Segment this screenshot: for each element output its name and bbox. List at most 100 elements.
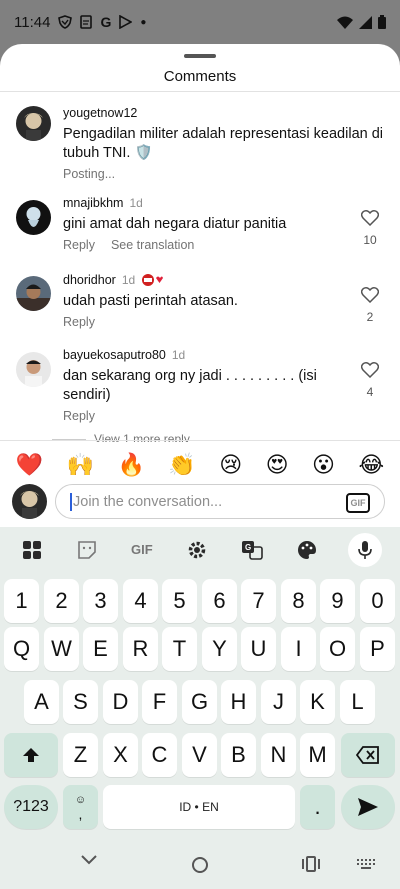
reaction-laughing[interactable]: 😂 [358, 452, 384, 478]
send-key[interactable] [341, 785, 395, 829]
key-f[interactable]: F [142, 680, 177, 724]
sheet-title: Comments [163, 68, 237, 85]
key-s[interactable]: S [63, 680, 98, 724]
key-5[interactable]: 5 [162, 579, 197, 623]
gif-button[interactable]: GIF [346, 493, 370, 513]
comment-username[interactable]: yougetnow12 [63, 106, 137, 120]
comment-username[interactable]: bayuekosaputro80 [63, 348, 166, 362]
backspace-key[interactable] [341, 733, 395, 777]
comment-item: yougetnow12 Pengadilan militer adalah re… [0, 106, 400, 186]
key-u[interactable]: U [241, 627, 276, 671]
reaction-surprised[interactable]: 😮 [312, 452, 335, 478]
key-c[interactable]: C [142, 733, 177, 777]
key-7[interactable]: 7 [241, 579, 276, 623]
key-9[interactable]: 9 [320, 579, 355, 623]
notification-dot-icon: ● [140, 16, 147, 28]
key-x[interactable]: X [103, 733, 138, 777]
key-y[interactable]: Y [202, 627, 237, 671]
key-l[interactable]: L [340, 680, 375, 724]
key-h[interactable]: H [221, 680, 256, 724]
my-avatar[interactable] [12, 484, 47, 519]
voice-input-button[interactable] [348, 532, 383, 567]
comment-composer: Join the conversation... GIF [0, 482, 400, 524]
key-e[interactable]: E [83, 627, 118, 671]
emoji-comma-key[interactable]: ☺ , [63, 785, 98, 829]
gif-keyboard-button[interactable]: GIF [128, 536, 156, 564]
text-cursor [70, 492, 72, 511]
drag-handle[interactable] [184, 54, 216, 58]
emoji-smiley-icon: ☺ [74, 794, 87, 806]
keyboard-toolbar: GIF G [0, 527, 400, 572]
play-store-icon [119, 15, 133, 29]
like-button[interactable]: 4 [358, 362, 382, 399]
apps-grid-icon[interactable] [18, 536, 46, 564]
key-i[interactable]: I [281, 627, 316, 671]
key-4[interactable]: 4 [123, 579, 158, 623]
reaction-heart-eyes[interactable]: 😍 [266, 452, 289, 478]
key-o[interactable]: O [320, 627, 355, 671]
comment-item: dhoridhor 1d udah pasti perintah atasan.… [0, 273, 400, 345]
reply-button[interactable]: Reply [63, 409, 95, 423]
key-k[interactable]: K [300, 680, 335, 724]
reaction-heart[interactable]: ❤️ [16, 452, 43, 478]
recents-icon[interactable] [302, 856, 320, 872]
home-circle-icon[interactable] [191, 856, 209, 874]
reaction-crying[interactable]: 😢 [219, 452, 242, 478]
key-3[interactable]: 3 [83, 579, 118, 623]
shift-key[interactable] [4, 733, 58, 777]
key-0[interactable]: 0 [360, 579, 395, 623]
shift-arrow-icon [23, 748, 39, 762]
battery-icon [378, 15, 386, 29]
vpn-shield-icon [58, 15, 73, 29]
key-r[interactable]: R [123, 627, 158, 671]
key-g[interactable]: G [182, 680, 217, 724]
key-b[interactable]: B [221, 733, 256, 777]
see-translation-button[interactable]: See translation [111, 238, 194, 252]
microphone-icon [358, 540, 373, 559]
key-t[interactable]: T [162, 627, 197, 671]
reaction-raised-hands[interactable]: 🙌 [67, 452, 94, 478]
key-p[interactable]: P [360, 627, 395, 671]
key-m[interactable]: M [300, 733, 335, 777]
key-a[interactable]: A [24, 680, 59, 724]
key-d[interactable]: D [103, 680, 138, 724]
key-8[interactable]: 8 [281, 579, 316, 623]
avatar[interactable] [16, 276, 51, 311]
comment-input[interactable]: Join the conversation... GIF [55, 484, 385, 519]
theme-palette-icon[interactable] [293, 536, 321, 564]
translate-icon[interactable]: G [238, 536, 266, 564]
like-button[interactable]: 10 [358, 210, 382, 247]
comment-username[interactable]: mnajibkhm [63, 196, 123, 210]
settings-gear-icon[interactable] [183, 536, 211, 564]
avatar[interactable] [16, 200, 51, 235]
keyboard-switch-icon[interactable] [356, 858, 376, 870]
reply-button[interactable]: Reply [63, 315, 95, 329]
key-1[interactable]: 1 [4, 579, 39, 623]
space-bar[interactable]: ID • EN [103, 785, 295, 829]
file-icon [80, 15, 93, 29]
wifi-icon [337, 16, 353, 29]
comment-input-placeholder: Join the conversation... [73, 493, 223, 510]
key-2[interactable]: 2 [44, 579, 79, 623]
google-icon: G [100, 14, 112, 30]
sticker-icon[interactable] [73, 536, 101, 564]
chevron-down-icon[interactable] [80, 854, 98, 866]
key-q[interactable]: Q [4, 627, 39, 671]
key-j[interactable]: J [261, 680, 296, 724]
reaction-fire[interactable]: 🔥 [117, 452, 144, 478]
reply-button[interactable]: Reply [63, 238, 95, 252]
key-v[interactable]: V [182, 733, 217, 777]
key-n[interactable]: N [261, 733, 296, 777]
avatar[interactable] [16, 106, 51, 141]
key-z[interactable]: Z [63, 733, 98, 777]
reaction-clap[interactable]: 👏 [168, 452, 195, 478]
key-6[interactable]: 6 [202, 579, 237, 623]
like-button[interactable]: 2 [358, 287, 382, 324]
like-count: 4 [366, 385, 374, 399]
symbols-key[interactable]: ?123 [4, 785, 58, 829]
period-key[interactable]: . [300, 785, 335, 829]
avatar[interactable] [16, 352, 51, 387]
comment-username[interactable]: dhoridhor [63, 273, 116, 287]
key-w[interactable]: W [44, 627, 79, 671]
comment-item: mnajibkhm 1d gini amat dah negara diatur … [0, 196, 400, 268]
